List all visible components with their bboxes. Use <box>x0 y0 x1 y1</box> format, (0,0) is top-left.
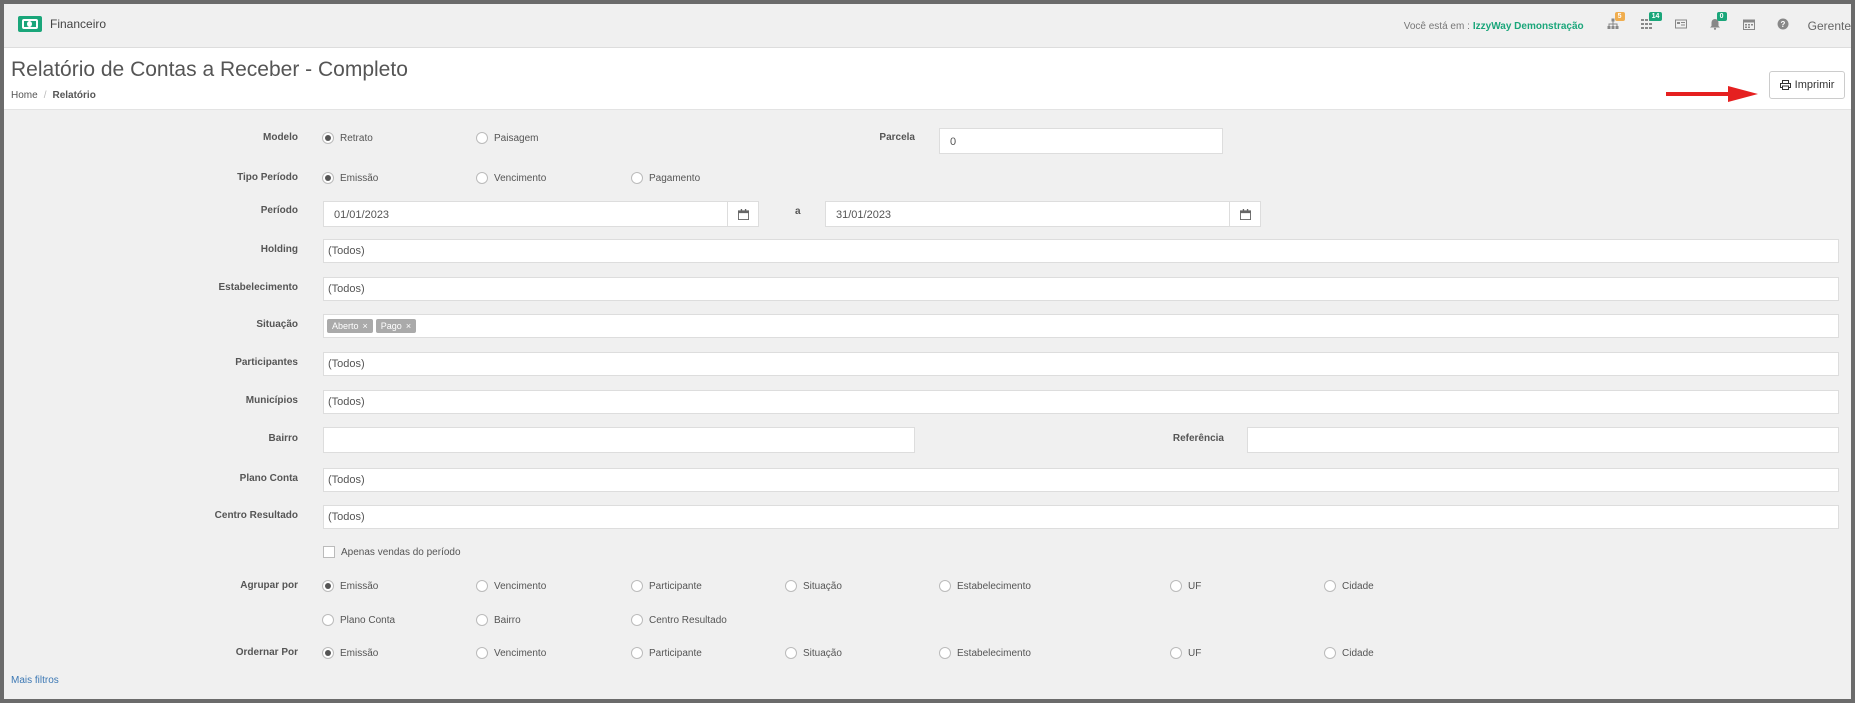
agrupar-bairro-radio[interactable]: Bairro <box>476 614 521 626</box>
parcela-label: Parcela <box>879 132 915 143</box>
parcela-input[interactable]: 0 <box>939 128 1223 154</box>
bell-badge: 0 <box>1716 12 1727 21</box>
mais-filtros-link[interactable]: Mais filtros <box>11 675 59 686</box>
periodo-separator: a <box>795 206 801 217</box>
sitemap-badge: 5 <box>1614 12 1625 21</box>
svg-text:?: ? <box>1780 20 1785 29</box>
situacao-multiselect[interactable]: Aberto × Pago × <box>323 314 1839 338</box>
grid-icon[interactable]: 14 <box>1630 12 1664 34</box>
ordenar-vencimento-radio[interactable]: Vencimento <box>476 647 546 659</box>
ordenar-por-label: Ordernar Por <box>235 647 298 658</box>
holding-label: Holding <box>260 244 298 255</box>
tipo-pagamento-radio[interactable]: Pagamento <box>631 172 700 184</box>
modelo-retrato-radio[interactable]: Retrato <box>322 132 373 144</box>
agrupar-centro-resultado-radio[interactable]: Centro Resultado <box>631 614 727 626</box>
ordenar-participante-radio[interactable]: Participante <box>631 647 702 659</box>
ordenar-estabelecimento-radio[interactable]: Estabelecimento <box>939 647 1031 659</box>
periodo-start-input[interactable]: 01/01/2023 <box>323 201 728 227</box>
periodo-end-calendar-icon[interactable] <box>1229 201 1261 227</box>
page-header: Relatório de Contas a Receber - Completo… <box>4 48 1851 110</box>
periodo-start-calendar-icon[interactable] <box>727 201 759 227</box>
top-bar: Financeiro Você está em : IzzyWay Demonst… <box>4 4 1851 48</box>
municipios-select[interactable]: (Todos) <box>323 390 1839 414</box>
location-indicator: Você está em : IzzyWay Demonstração <box>1403 20 1584 32</box>
breadcrumb-home[interactable]: Home <box>11 90 38 101</box>
agrupar-plano-conta-radio[interactable]: Plano Conta <box>322 614 395 626</box>
tag-remove-icon[interactable]: × <box>363 321 368 331</box>
centro-resultado-select[interactable]: (Todos) <box>323 505 1839 529</box>
periodo-label: Período <box>260 205 298 216</box>
agrupar-participante-radio[interactable]: Participante <box>631 580 702 592</box>
referencia-label: Referência <box>1172 433 1224 444</box>
card-icon[interactable] <box>1664 18 1698 34</box>
user-menu[interactable]: Gerente <box>1808 19 1851 33</box>
ordenar-uf-radio[interactable]: UF <box>1170 647 1201 659</box>
referencia-input[interactable] <box>1247 427 1839 453</box>
agrupar-estabelecimento-radio[interactable]: Estabelecimento <box>939 580 1031 592</box>
plano-conta-select[interactable]: (Todos) <box>323 468 1839 492</box>
bell-icon[interactable]: 0 <box>1698 12 1732 34</box>
brand[interactable]: Financeiro <box>18 16 106 32</box>
app-frame: Financeiro Você está em : IzzyWay Demonst… <box>0 0 1855 703</box>
agrupar-vencimento-radio[interactable]: Vencimento <box>476 580 546 592</box>
module-name: Financeiro <box>50 17 107 31</box>
holding-select[interactable]: (Todos) <box>323 239 1839 263</box>
breadcrumb-separator: / <box>43 90 47 101</box>
sitemap-icon[interactable]: 5 <box>1596 12 1630 34</box>
agrupar-uf-radio[interactable]: UF <box>1170 580 1201 592</box>
agrupar-situacao-radio[interactable]: Situação <box>785 580 842 592</box>
breadcrumb-current: Relatório <box>52 90 96 101</box>
grid-badge: 14 <box>1648 12 1663 21</box>
agrupar-cidade-radio[interactable]: Cidade <box>1324 580 1374 592</box>
money-icon <box>18 16 42 32</box>
ordenar-situacao-radio[interactable]: Situação <box>785 647 842 659</box>
tipo-vencimento-radio[interactable]: Vencimento <box>476 172 546 184</box>
page-title: Relatório de Contas a Receber - Completo <box>11 58 408 81</box>
ordenar-emissao-radio[interactable]: Emissão <box>322 647 378 659</box>
modelo-label: Modelo <box>263 132 298 143</box>
estabelecimento-label: Estabelecimento <box>218 282 298 293</box>
calendar-icon[interactable] <box>1732 18 1766 34</box>
arrow-annotation <box>1666 86 1758 102</box>
company-name[interactable]: IzzyWay Demonstração <box>1473 21 1584 32</box>
apenas-vendas-checkbox[interactable]: Apenas vendas do período <box>323 546 461 558</box>
print-button[interactable]: Imprimir <box>1769 71 1845 99</box>
situacao-tag[interactable]: Pago × <box>375 319 417 333</box>
top-right-nav: Você está em : IzzyWay Demonstração 5 14 … <box>1403 12 1851 34</box>
tipo-emissao-radio[interactable]: Emissão <box>322 172 378 184</box>
municipios-label: Municípios <box>245 395 298 406</box>
situacao-label: Situação <box>256 319 298 330</box>
agrupar-emissao-radio[interactable]: Emissão <box>322 580 378 592</box>
tag-remove-icon[interactable]: × <box>406 321 411 331</box>
tipo-periodo-label: Tipo Período <box>237 172 298 183</box>
plano-conta-label: Plano Conta <box>239 473 298 484</box>
printer-icon <box>1779 80 1791 90</box>
modelo-paisagem-radio[interactable]: Paisagem <box>476 132 538 144</box>
print-label: Imprimir <box>1794 79 1835 91</box>
participantes-select[interactable]: (Todos) <box>323 352 1839 376</box>
bairro-input[interactable] <box>323 427 915 453</box>
ordenar-cidade-radio[interactable]: Cidade <box>1324 647 1374 659</box>
situacao-tag[interactable]: Aberto × <box>327 319 373 333</box>
estabelecimento-select[interactable]: (Todos) <box>323 277 1839 301</box>
breadcrumb: Home / Relatório <box>11 90 96 101</box>
help-icon[interactable]: ? <box>1766 18 1800 34</box>
participantes-label: Participantes <box>235 357 298 368</box>
centro-resultado-label: Centro Resultado <box>214 510 298 521</box>
periodo-end-input[interactable]: 31/01/2023 <box>825 201 1230 227</box>
bairro-label: Bairro <box>268 433 298 444</box>
agrupar-por-label: Agrupar por <box>240 580 298 591</box>
